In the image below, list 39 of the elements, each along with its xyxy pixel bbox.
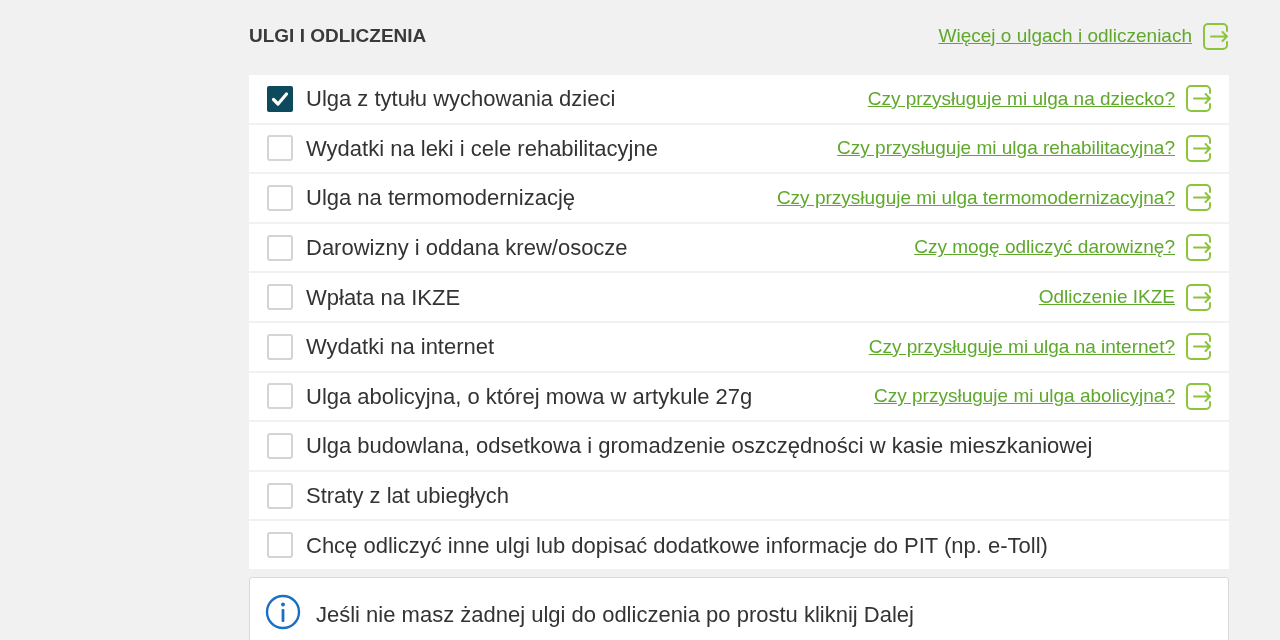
relief-label: Ulga abolicyjna, o której mowa w artykule 27g [306,382,753,411]
arrow-exit-icon[interactable] [1185,283,1212,311]
arrow-exit-icon[interactable] [1185,382,1212,410]
arrow-exit-icon[interactable] [1185,234,1212,262]
relief-label: Wydatki na internet [306,333,495,362]
section-title: ULGI I ODLICZENIA [249,23,427,48]
more-info-link[interactable]: Więcej o ulgach i odliczeniach [938,21,1192,51]
relief-label: Straty z lat ubiegłych [306,482,509,511]
checkbox[interactable] [267,85,293,112]
checkbox[interactable] [267,482,293,509]
checkbox[interactable] [267,284,293,311]
checkbox[interactable] [267,185,293,211]
checkbox[interactable] [267,383,293,410]
help-link[interactable]: Czy przysługuje mi ulga termomodernizacyjna? [776,183,1175,213]
help-link[interactable]: Czy przysługuje mi ulga na internet? [868,332,1175,361]
relief-label: Wpłata na IKZE [306,283,461,312]
arrow-exit-icon[interactable] [1185,134,1212,162]
checkbox[interactable] [267,432,293,459]
arrow-exit-icon[interactable] [1185,333,1212,361]
help-link[interactable]: Czy przysługuje mi ulga rehabilitacyjna? [837,134,1175,163]
help-link[interactable]: Czy mogę odliczyć darowiznę? [914,233,1175,262]
relief-label: Chcę odliczyć inne ulgi lub dopisać dodatkowe informacje do PIT (np. e-Toll) [306,531,1048,560]
help-link[interactable]: Czy przysługuje mi ulga abolicyjna? [874,382,1175,411]
info-icon [265,593,301,630]
checkbox[interactable] [267,234,293,261]
relief-label: Wydatki na leki i cele rehabilitacyjne [306,134,658,163]
help-link[interactable]: Odliczenie IKZE [1038,282,1175,312]
checkbox[interactable] [267,532,293,559]
checkbox[interactable] [267,333,293,360]
relief-label: Ulga budowlana, odsetkowa i gromadzenie oszczędności w kasie mieszkaniowej [306,432,1093,461]
info-text: Jeśli nie masz żadnej ulgi do odliczenia po prostu kliknij Dalej [316,600,914,629]
arrow-exit-icon[interactable] [1185,85,1212,113]
relief-label: Ulga na termomodernizację [306,184,576,213]
relief-label: Ulga z tytułu wychowania dzieci [306,85,616,114]
help-link[interactable]: Czy przysługuje mi ulga na dziecko? [867,84,1175,114]
arrow-exit-icon[interactable] [1185,184,1212,212]
checkbox[interactable] [267,135,293,162]
relief-label: Darowizny i oddana krew/osocze [306,234,628,263]
arrow-exit-icon[interactable] [1202,22,1229,50]
